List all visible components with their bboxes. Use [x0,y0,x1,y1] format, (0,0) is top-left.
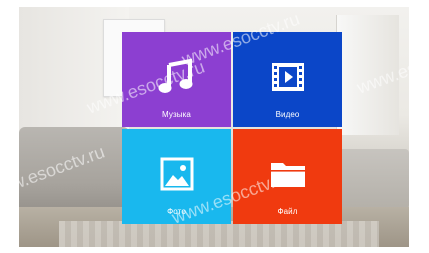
film-icon [267,56,309,98]
media-menu-screen: Музыка Видео Фото Файл www.esocctv.ru ww… [19,7,409,247]
image-icon [156,153,198,195]
music-label: Музыка [162,110,191,119]
file-label: Файл [277,207,298,216]
video-label: Видео [275,110,300,119]
rug [59,221,379,247]
